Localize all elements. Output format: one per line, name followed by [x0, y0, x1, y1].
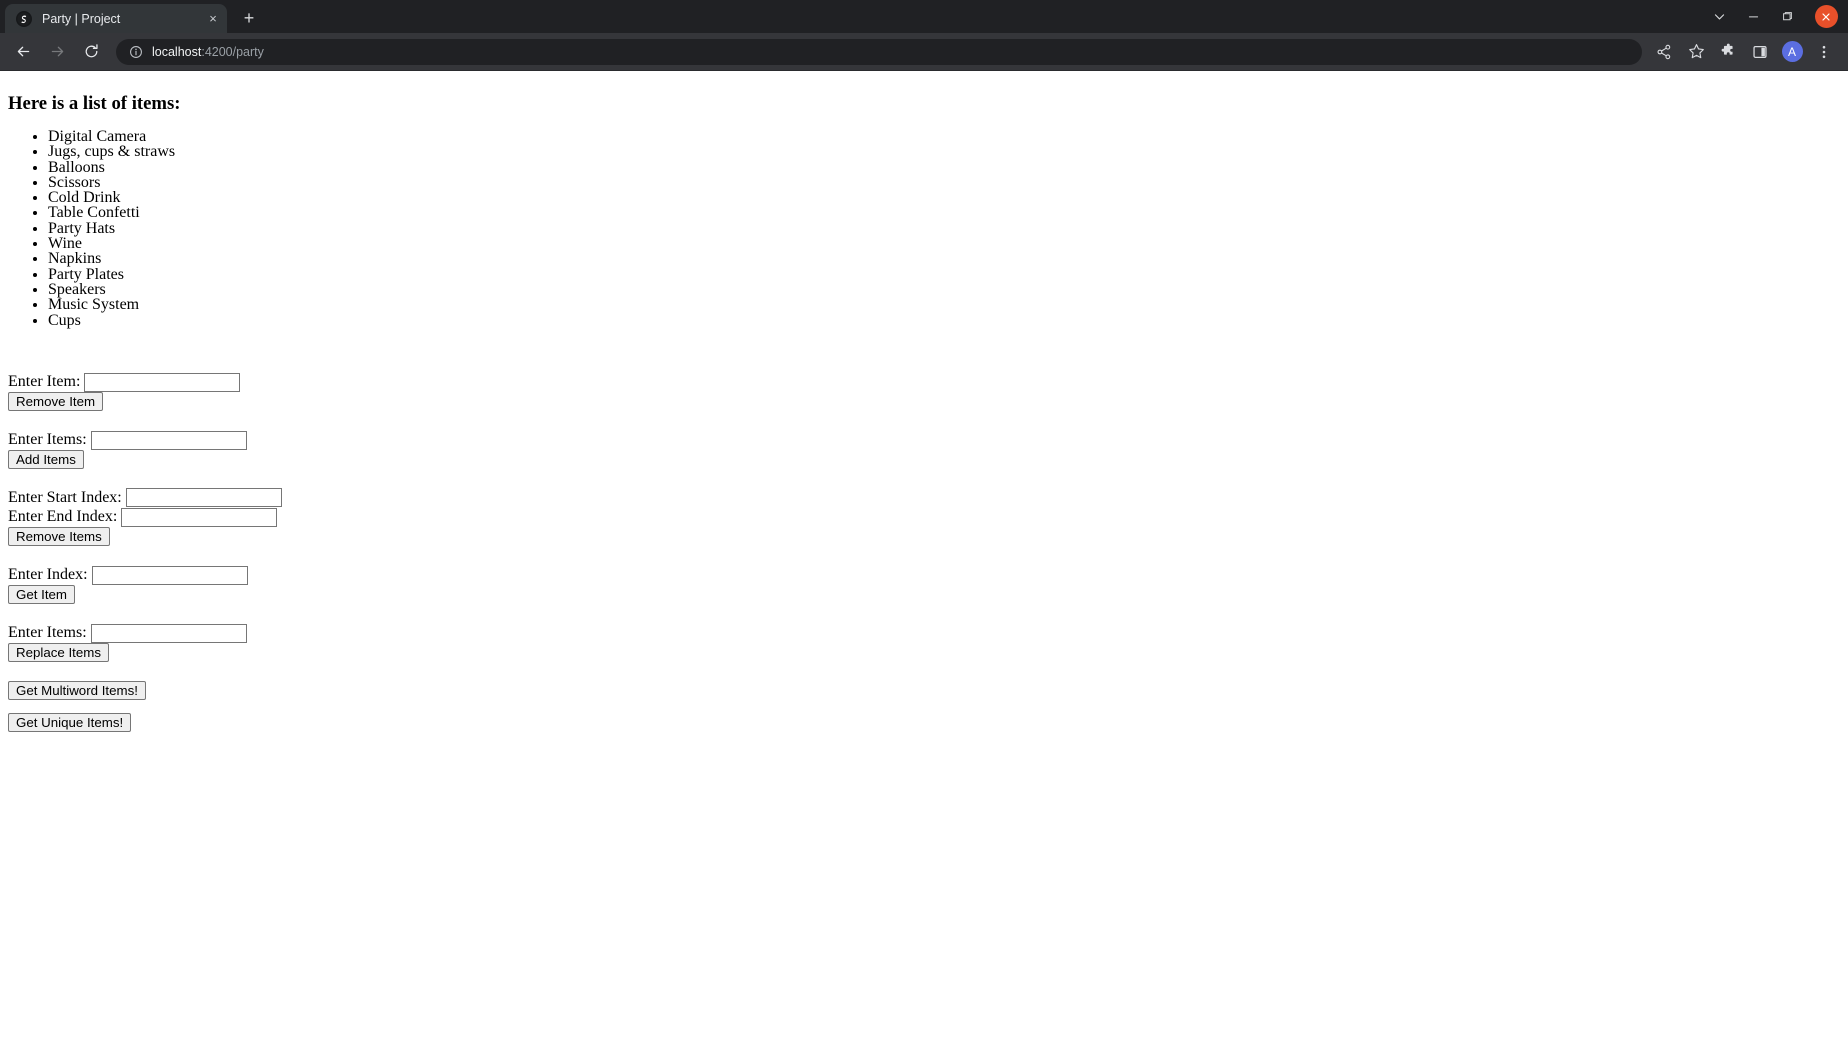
- get-multiword-items-button[interactable]: Get Multiword Items!: [8, 680, 146, 700]
- forward-icon[interactable]: [42, 37, 72, 67]
- replace-items-button-row: Replace Items: [8, 642, 1840, 662]
- replace-items-row: Enter Items:: [8, 623, 1840, 643]
- list-item: Balloons: [48, 159, 1840, 175]
- enter-end-index-label: Enter End Index:: [8, 508, 118, 526]
- address-bar[interactable]: localhost:4200/party: [116, 38, 1642, 65]
- start-index-input[interactable]: [125, 488, 282, 508]
- list-item: Cups: [48, 312, 1840, 328]
- list-item: Party Hats: [48, 220, 1840, 236]
- tab-search-chevron-down-icon[interactable]: [1702, 2, 1736, 32]
- list-item: Wine: [48, 235, 1840, 251]
- avatar-initial: A: [1781, 41, 1803, 62]
- three-dot-menu-icon[interactable]: [1809, 37, 1839, 67]
- page-viewport: Here is a list of items: Digital Camera …: [0, 71, 1848, 1052]
- list-item: Napkins: [48, 251, 1840, 267]
- url-path: :4200/party: [201, 44, 264, 59]
- browser-tab-party-project[interactable]: Party | Project ×: [5, 4, 227, 33]
- tab-strip: Party | Project × +: [0, 0, 1848, 33]
- enter-item-label: Enter Item:: [8, 372, 81, 390]
- share-icon[interactable]: [1649, 37, 1679, 67]
- remove-items-button[interactable]: Remove Items: [8, 527, 110, 547]
- extensions-puzzle-icon[interactable]: [1713, 37, 1743, 67]
- replace-items-button[interactable]: Replace Items: [8, 642, 109, 662]
- enter-start-index-label: Enter Start Index:: [8, 488, 122, 506]
- remove-item-form: Enter Item: Remove Item: [8, 372, 1840, 411]
- get-item-button-row: Get Item: [8, 585, 1840, 604]
- enter-index-label: Enter Index:: [8, 566, 88, 584]
- list-item: Scissors: [48, 174, 1840, 190]
- tab-close-icon[interactable]: ×: [205, 11, 221, 27]
- add-items-input[interactable]: [90, 430, 247, 450]
- add-items-button-row: Add Items: [8, 449, 1840, 469]
- new-tab-button[interactable]: +: [236, 5, 262, 31]
- remove-items-range-form: Enter Start Index: Enter End Index: Remo…: [8, 488, 1840, 547]
- items-list: Digital Camera Jugs, cups & straws Ballo…: [8, 128, 1840, 328]
- side-panel-icon[interactable]: [1745, 37, 1775, 67]
- list-item: Jugs, cups & straws: [48, 144, 1840, 160]
- close-icon: [1814, 5, 1838, 28]
- reload-icon[interactable]: [76, 37, 106, 67]
- list-item: Digital Camera: [48, 128, 1840, 144]
- browser-toolbar: localhost:4200/party A: [0, 33, 1848, 71]
- maximize-window-icon[interactable]: [1770, 2, 1804, 32]
- multiword-items-row: Get Multiword Items!: [8, 680, 1840, 700]
- enter-items-label: Enter Items:: [8, 430, 87, 448]
- remove-item-row: Enter Item:: [8, 372, 1840, 392]
- end-index-row: Enter End Index:: [8, 507, 1840, 528]
- tab-title: Party | Project: [42, 11, 121, 26]
- start-index-row: Enter Start Index:: [8, 488, 1840, 508]
- page-title: Here is a list of items:: [8, 93, 181, 114]
- list-item: Table Confetti: [48, 205, 1840, 221]
- index-input[interactable]: [91, 566, 248, 585]
- enter-item-input[interactable]: [84, 372, 241, 392]
- replace-items-input[interactable]: [90, 623, 247, 643]
- remove-item-button-row: Remove Item: [8, 391, 1840, 411]
- tab-favicon-icon: [16, 10, 32, 27]
- list-item: Party Plates: [48, 266, 1840, 282]
- get-item-button[interactable]: Get Item: [8, 585, 75, 604]
- page-content: Here is a list of items: Digital Camera …: [0, 71, 1848, 740]
- remove-items-button-row: Remove Items: [8, 527, 1840, 547]
- minimize-window-icon[interactable]: [1736, 2, 1770, 32]
- list-item: Music System: [48, 297, 1840, 313]
- address-bar-url: localhost:4200/party: [152, 45, 264, 59]
- index-row: Enter Index:: [8, 565, 1840, 585]
- get-item-form: Enter Index: Get Item: [8, 565, 1840, 604]
- list-item: Speakers: [48, 281, 1840, 297]
- remove-item-button[interactable]: Remove Item: [8, 391, 104, 411]
- unique-items-row: Get Unique Items!: [8, 712, 1840, 732]
- add-items-button[interactable]: Add Items: [8, 449, 84, 469]
- window-controls: [1702, 0, 1848, 33]
- end-index-input[interactable]: [121, 508, 278, 528]
- back-icon[interactable]: [8, 37, 38, 67]
- bookmark-star-icon[interactable]: [1681, 37, 1711, 67]
- replace-items-form: Enter Items: Replace Items: [8, 623, 1840, 662]
- profile-avatar[interactable]: A: [1777, 37, 1807, 67]
- browser-window: Party | Project × + localhost:4200/party…: [0, 0, 1848, 1052]
- list-item: Cold Drink: [48, 190, 1840, 206]
- enter-replace-items-label: Enter Items:: [8, 624, 87, 641]
- add-items-row: Enter Items:: [8, 430, 1840, 450]
- url-host: localhost: [152, 44, 202, 59]
- close-window-button[interactable]: [1804, 2, 1848, 32]
- get-unique-items-button[interactable]: Get Unique Items!: [8, 712, 132, 732]
- site-info-icon[interactable]: [128, 44, 143, 59]
- add-items-form: Enter Items: Add Items: [8, 430, 1840, 469]
